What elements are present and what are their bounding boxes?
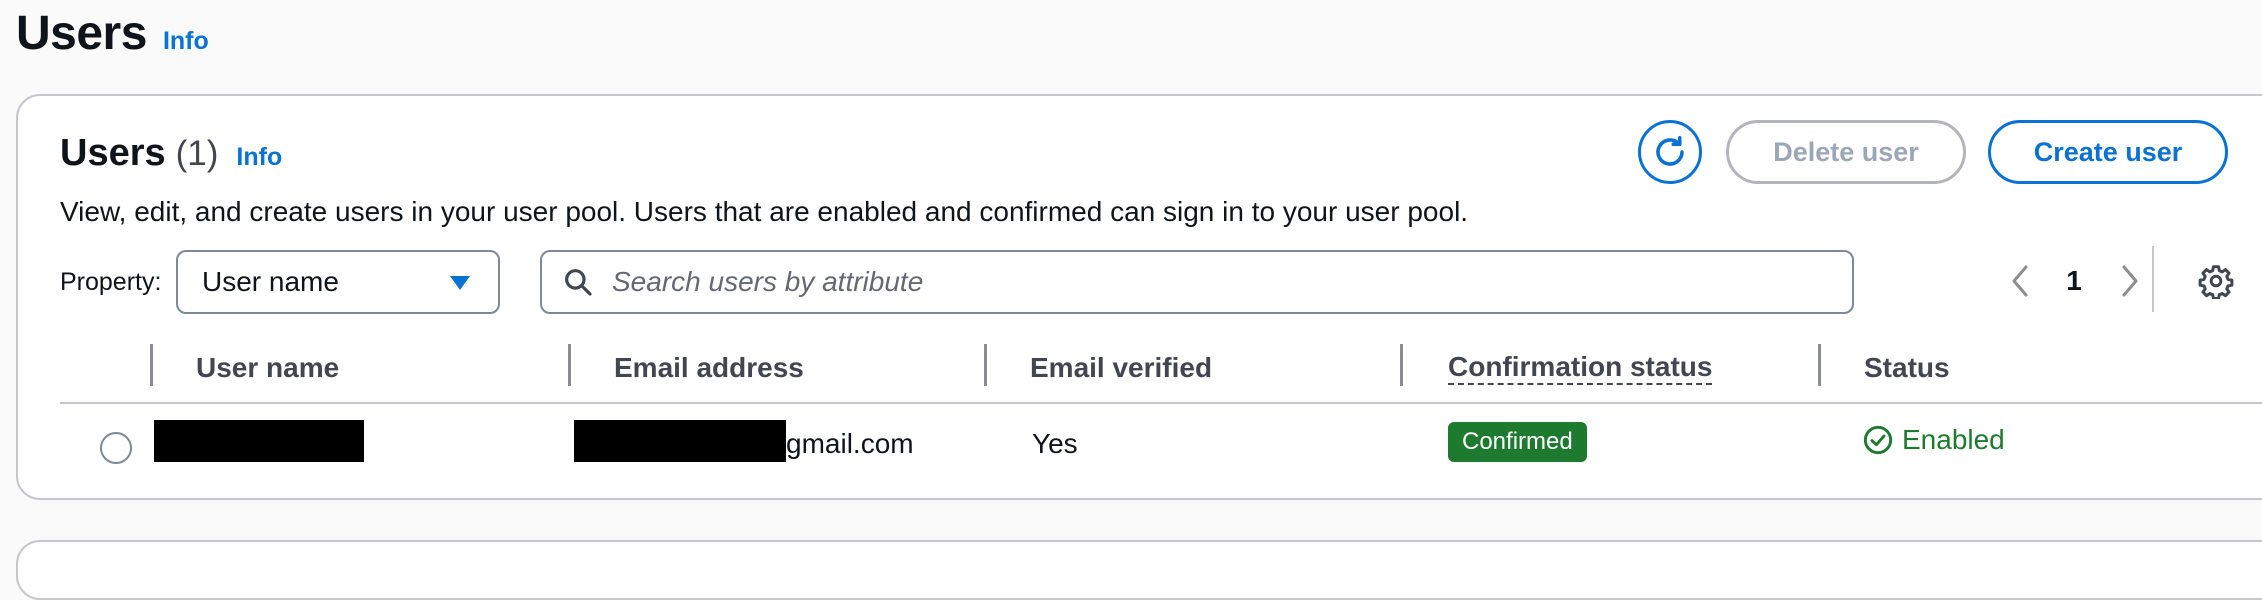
user-count: (1) (175, 134, 219, 173)
refresh-button[interactable] (1638, 120, 1702, 184)
column-status[interactable]: Status (1864, 344, 1950, 392)
row-select-radio[interactable] (100, 432, 132, 464)
page-header: Users Info (16, 6, 209, 61)
panel-title: Users (60, 132, 166, 174)
panel-header: Users (1) Info (60, 132, 282, 175)
search-input[interactable] (612, 266, 1812, 298)
confirmation-status-badge: Confirmed (1448, 422, 1587, 462)
delete-user-button[interactable]: Delete user (1726, 120, 1966, 184)
column-confirmation-status-label[interactable]: Confirmation status (1448, 351, 1713, 385)
next-panel (16, 540, 2262, 600)
column-separator[interactable] (984, 344, 987, 386)
column-confirmation-status[interactable]: Confirmation status (1448, 344, 1713, 392)
column-email-address[interactable]: Email address (614, 344, 804, 392)
previous-page-button[interactable] (2002, 256, 2038, 306)
check-circle-icon (1863, 425, 1893, 455)
page-number-button[interactable]: 1 (2054, 256, 2094, 306)
column-user-name[interactable]: User name (196, 344, 339, 392)
property-label: Property: (60, 268, 162, 296)
refresh-icon (1656, 135, 1684, 166)
redacted-username[interactable] (154, 420, 364, 462)
table-header: User name Email address Email verified C… (60, 344, 2262, 404)
table-row: gmail.com Yes Confirmed Enabled (60, 406, 2262, 494)
status-indicator: Enabled (1862, 424, 2005, 456)
email-verified-value: Yes (1032, 428, 1078, 459)
gear-icon (2198, 265, 2234, 299)
next-page-button[interactable] (2112, 256, 2148, 306)
column-separator[interactable] (1400, 344, 1403, 386)
page-info-link[interactable]: Info (163, 27, 209, 56)
status-value: Enabled (1902, 424, 2005, 455)
users-panel: Users (1) Info View, edit, and create us… (16, 94, 2262, 500)
property-select[interactable]: User name (176, 250, 500, 314)
panel-description: View, edit, and create users in your use… (60, 196, 1469, 227)
column-separator (150, 344, 153, 386)
search-field[interactable] (540, 250, 1854, 314)
redacted-email-prefix (574, 420, 786, 462)
table-preferences-button[interactable] (2194, 256, 2238, 306)
search-icon (565, 269, 592, 296)
page-title: Users (16, 7, 147, 60)
column-separator[interactable] (568, 344, 571, 386)
email-suffix: gmail.com (786, 428, 914, 459)
panel-info-link[interactable]: Info (236, 143, 282, 172)
chevron-right-icon (2122, 265, 2138, 297)
chevron-left-icon (2012, 265, 2028, 297)
column-email-verified[interactable]: Email verified (1030, 344, 1212, 392)
caret-down-icon (450, 276, 470, 290)
property-select-value: User name (202, 266, 339, 297)
pagination-divider (2152, 246, 2154, 312)
create-user-button[interactable]: Create user (1988, 120, 2228, 184)
column-separator[interactable] (1818, 344, 1821, 386)
